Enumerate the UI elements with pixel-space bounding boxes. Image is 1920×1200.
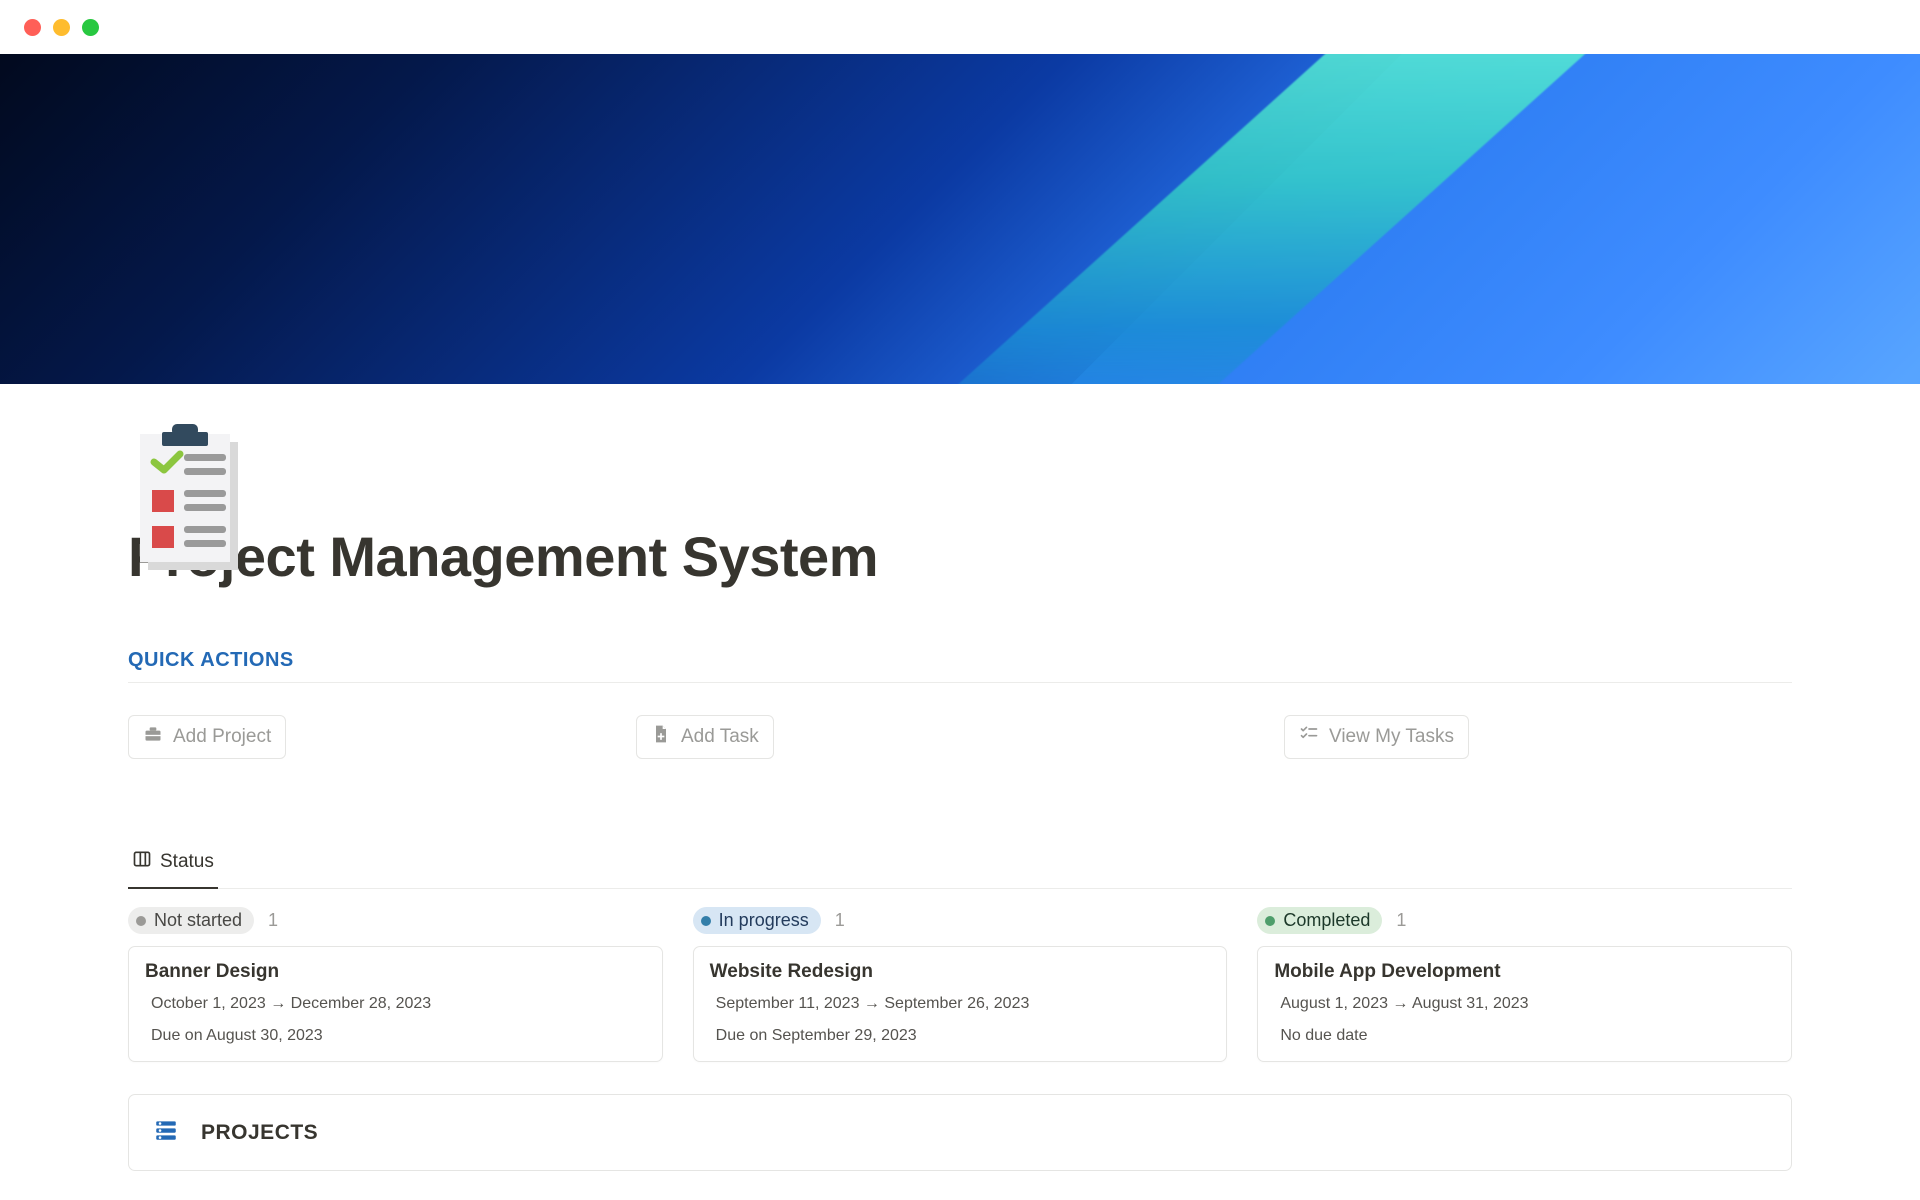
status-label: Not started: [154, 910, 242, 931]
window-zoom-button[interactable]: [82, 19, 99, 36]
card-due: No due date: [1274, 1027, 1775, 1045]
card-due: Due on August 30, 2023: [145, 1027, 646, 1045]
card-title: Mobile App Development: [1274, 961, 1775, 983]
add-task-button[interactable]: Add Task: [636, 715, 774, 759]
status-pill-completed[interactable]: Completed: [1257, 907, 1382, 934]
kanban-board: Not started 1 Banner Design October 1, 2…: [128, 907, 1792, 1062]
file-plus-icon: [651, 724, 671, 750]
column-count: 1: [835, 910, 845, 931]
add-project-label: Add Project: [173, 726, 271, 748]
briefcase-icon: [143, 724, 163, 750]
quick-actions-row: Add Project Add Task View My Tasks: [128, 715, 1792, 759]
card-date-range: August 1, 2023 → August 31, 2023: [1274, 995, 1775, 1013]
column-count: 1: [1396, 910, 1406, 931]
page-title: Project Management System: [128, 524, 1792, 589]
status-label: Completed: [1283, 910, 1370, 931]
add-project-button[interactable]: Add Project: [128, 715, 286, 759]
column-in-progress: In progress 1 Website Redesign September…: [693, 907, 1228, 1062]
card-banner-design[interactable]: Banner Design October 1, 2023 → December…: [128, 946, 663, 1062]
column-not-started: Not started 1 Banner Design October 1, 2…: [128, 907, 663, 1062]
card-website-redesign[interactable]: Website Redesign September 11, 2023 → Se…: [693, 946, 1228, 1062]
tab-status[interactable]: Status: [128, 839, 218, 889]
status-dot-icon: [701, 916, 711, 926]
page-icon[interactable]: [128, 424, 248, 579]
add-task-label: Add Task: [681, 726, 759, 748]
card-date-range: October 1, 2023 → December 28, 2023: [145, 995, 646, 1013]
checklist-icon: [1299, 724, 1319, 750]
status-label: In progress: [719, 910, 809, 931]
status-dot-icon: [1265, 916, 1275, 926]
status-pill-not-started[interactable]: Not started: [128, 907, 254, 934]
tab-status-label: Status: [160, 851, 214, 873]
projects-heading: PROJECTS: [201, 1121, 318, 1145]
window-close-button[interactable]: [24, 19, 41, 36]
card-due: Due on September 29, 2023: [710, 1027, 1211, 1045]
view-my-tasks-button[interactable]: View My Tasks: [1284, 715, 1469, 759]
board-icon: [132, 849, 152, 875]
window-minimize-button[interactable]: [53, 19, 70, 36]
column-completed: Completed 1 Mobile App Development Augus…: [1257, 907, 1792, 1062]
column-count: 1: [268, 910, 278, 931]
status-pill-in-progress[interactable]: In progress: [693, 907, 821, 934]
card-title: Website Redesign: [710, 961, 1211, 983]
view-tabs: Status: [128, 839, 1792, 889]
projects-section[interactable]: PROJECTS: [128, 1094, 1792, 1171]
view-my-tasks-label: View My Tasks: [1329, 726, 1454, 748]
quick-actions-heading: QUICK ACTIONS: [128, 649, 1792, 683]
card-mobile-app-development[interactable]: Mobile App Development August 1, 2023 → …: [1257, 946, 1792, 1062]
card-date-range: September 11, 2023 → September 26, 2023: [710, 995, 1211, 1013]
window-titlebar: [0, 0, 1920, 54]
status-dot-icon: [136, 916, 146, 926]
layers-icon: [153, 1117, 179, 1148]
card-title: Banner Design: [145, 961, 646, 983]
page-cover[interactable]: [0, 54, 1920, 384]
